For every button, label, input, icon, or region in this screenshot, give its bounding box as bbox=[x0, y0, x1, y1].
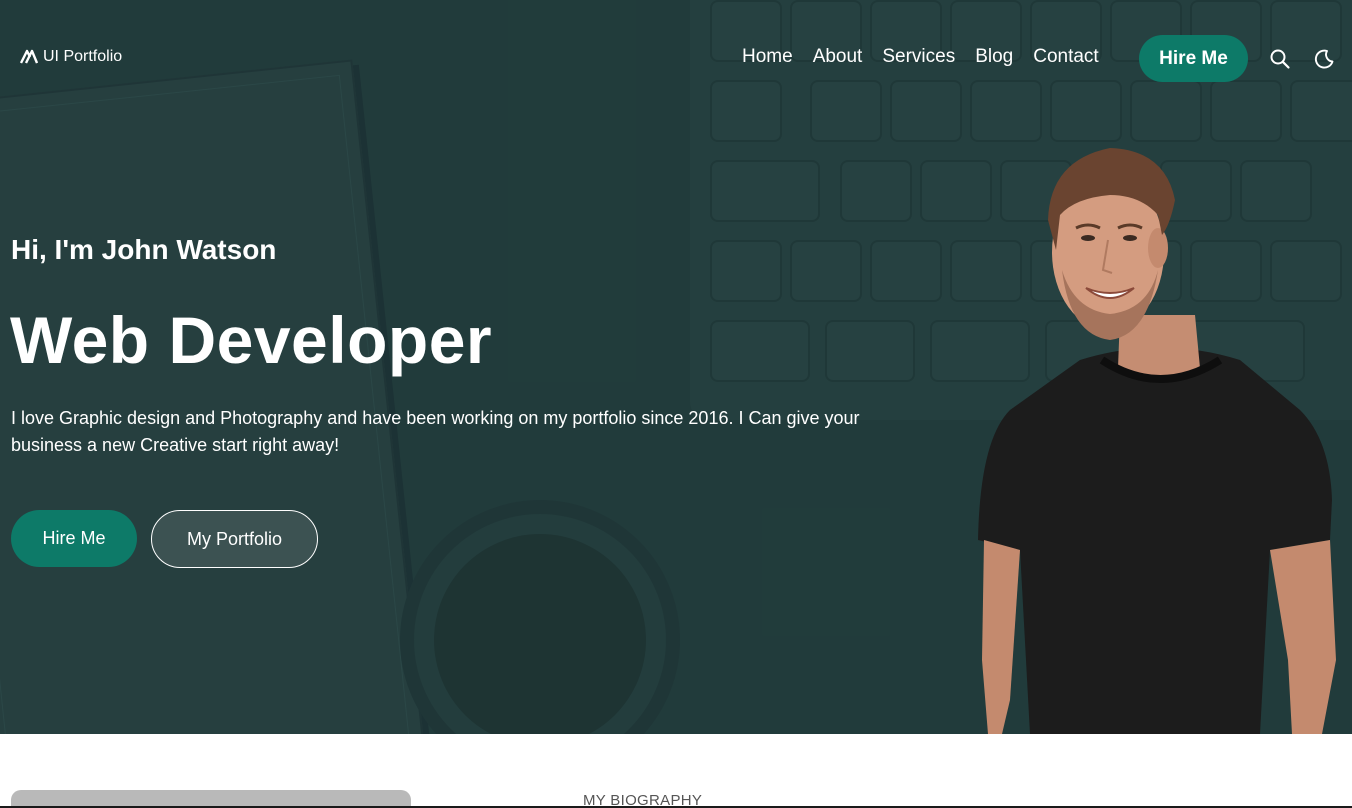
portrait-photo bbox=[978, 148, 1336, 734]
hero-section: UI Portfolio Home About Services Blog Co… bbox=[0, 0, 1352, 734]
nav-hire-me-button[interactable]: Hire Me bbox=[1139, 35, 1248, 82]
site-logo[interactable]: UI Portfolio bbox=[20, 48, 122, 66]
nav-links: Home About Services Blog Contact bbox=[742, 46, 1099, 68]
moon-icon[interactable] bbox=[1313, 48, 1335, 70]
nav-link-contact[interactable]: Contact bbox=[1033, 46, 1098, 68]
logo-text: UI Portfolio bbox=[43, 48, 123, 65]
nav-link-blog[interactable]: Blog bbox=[975, 46, 1013, 68]
hero-greeting: Hi, I'm John Watson bbox=[11, 234, 277, 265]
hero-intro-text: I love Graphic design and Photography an… bbox=[11, 408, 860, 455]
hero-role-title: Web Developer bbox=[10, 303, 493, 377]
logo-mark-icon bbox=[20, 49, 38, 64]
top-navbar: UI Portfolio Home About Services Blog Co… bbox=[0, 0, 1352, 118]
nav-link-home[interactable]: Home bbox=[742, 46, 793, 68]
nav-link-about[interactable]: About bbox=[813, 46, 863, 68]
hire-me-button[interactable]: Hire Me bbox=[11, 510, 137, 567]
my-portfolio-button[interactable]: My Portfolio bbox=[151, 510, 318, 568]
nav-link-services[interactable]: Services bbox=[882, 46, 955, 68]
search-icon[interactable] bbox=[1269, 48, 1291, 70]
